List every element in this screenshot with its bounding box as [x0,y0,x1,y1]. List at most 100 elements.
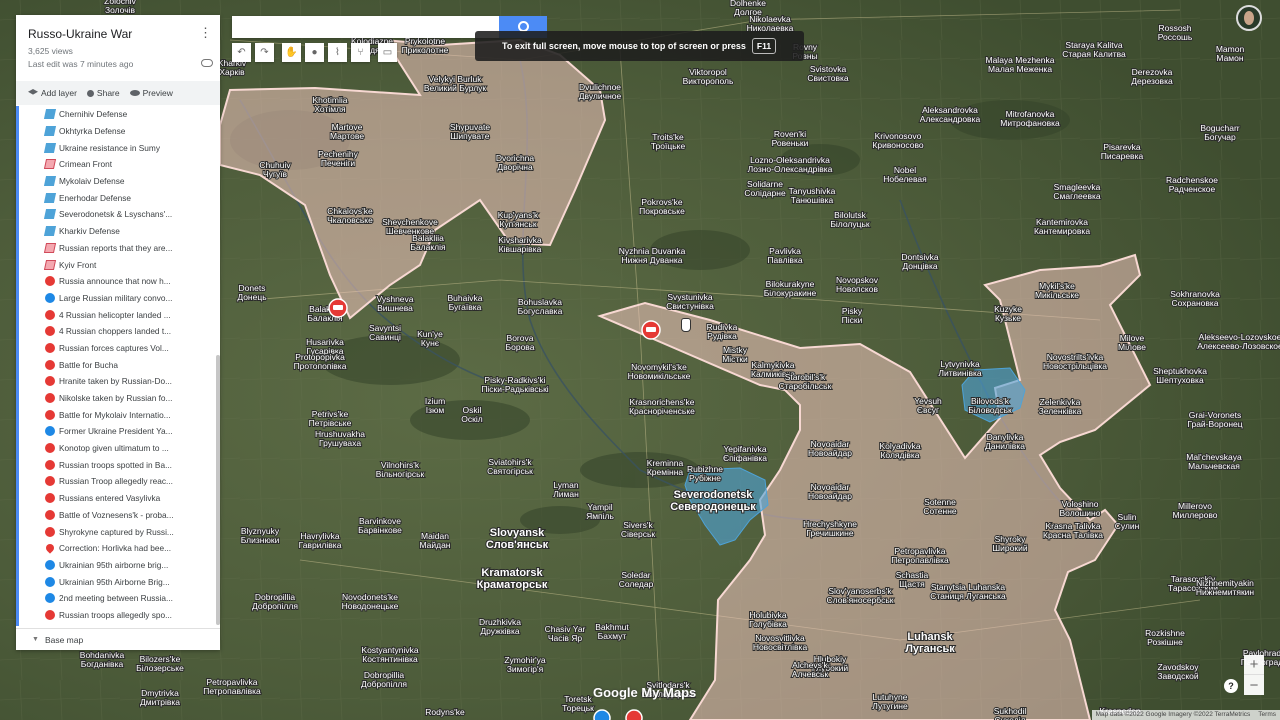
place-label-local: Кантемировка [1034,226,1090,236]
layer-item[interactable]: Kharkiv Defense [19,223,220,240]
place-label-local: Кузьке [995,313,1021,323]
place-label-local: Рудівка [707,331,737,341]
event-marker-icon [45,409,55,420]
place-label-local: Дерезовка [1131,76,1173,86]
layer-item[interactable]: Large Russian military convo... [19,290,220,307]
place-label-local: Бугаївка [449,302,482,312]
search-input[interactable] [232,16,500,38]
event-marker-svystunivka[interactable] [641,320,661,340]
layer-item[interactable]: Russian Troop allegedly reac... [19,473,220,490]
directions-icon[interactable]: ⑂ [351,43,370,62]
place-label-local: Савинці [369,332,401,342]
layer-item-label: Russia announce that now h... [59,276,171,287]
layer-item[interactable]: Ukrainian 95th Airborne Brig... [19,573,220,590]
place-label-local: Бахмут [598,631,627,641]
place-label-local: Балаклія [410,242,446,252]
zoom-in-button[interactable]: + [1244,655,1264,675]
redo-icon[interactable]: ↷ [255,43,274,62]
more-options-icon[interactable]: ⋮ [199,25,212,41]
layer-item[interactable]: Crimean Front [19,156,220,173]
layer-item[interactable]: Russians entered Vasylivka [19,490,220,507]
layer-item-label: Kyiv Front [59,259,97,270]
place-label-local: Нижня Дуванка [622,255,683,265]
layer-item-label: Russian forces captures Vol... [59,342,169,353]
event-marker-icon [45,509,55,520]
layer-item-label: 4 Russian choppers landed t... [59,326,172,337]
layer-item[interactable]: Hranite taken by Russian-Do... [19,373,220,390]
base-map-toggle[interactable]: ▼ Base map [16,628,220,650]
layer-item[interactable]: 4 Russian helicopter landed ... [19,306,220,323]
place-label-local: Біловодськ [968,405,1012,415]
map-side-panel: Russo-Ukraine War 3,625 views Last edit … [16,15,220,650]
layer-item[interactable]: Battle of Voznesens'k - proba... [19,507,220,524]
layer-item[interactable]: Russian reports that they are... [19,240,220,257]
layer-item[interactable]: Battle for Mykolaiv Internatio... [19,406,220,423]
place-label-local: Писаревка [1101,151,1144,161]
share-label: Share [96,88,120,98]
layer-item[interactable]: 4 Russian choppers landed t... [19,323,220,340]
layer-item[interactable]: Enerhodar Defense [19,189,220,206]
layer-item[interactable]: Battle for Bucha [19,356,220,373]
layer-item[interactable]: 2nd meeting between Russia... [19,590,220,607]
share-button[interactable]: Share [86,88,120,98]
layer-item[interactable]: Correction: Horlivka had bee... [19,540,220,557]
attribution-text: Map data ©2022 Google Imagery ©2022 Terr… [1095,711,1251,718]
event-marker-icon [45,393,55,404]
place-label-local: Дворічна [497,162,533,172]
event-marker-icon [45,493,55,504]
place-label-local: Лозно-Олександрівка [748,164,833,174]
layer-item[interactable]: Russian troops allegedly spo... [19,607,220,624]
draw-line-icon[interactable]: ⌇ [328,43,347,62]
zoom-out-button[interactable]: − [1244,675,1264,695]
layer-item[interactable]: Russian troops spotted in Ba... [19,456,220,473]
place-label-local: Зимогір'я [507,664,544,674]
event-marker-balakliia[interactable] [328,298,348,318]
map-title[interactable]: Russo-Ukraine War [28,27,208,41]
place-label-local: Мартове [330,131,364,141]
place-label-local: Єпіфанівка [723,453,767,463]
add-marker-icon[interactable]: ● [305,43,324,62]
help-icon[interactable]: ? [1224,679,1238,693]
place-label-local: Гречишкине [806,528,853,538]
layer-item[interactable]: Severodonetsk & Lsyschans'... [19,206,220,223]
fullscreen-notice: To exit full screen, move mouse to top o… [475,31,804,61]
place-label-local: Хотімля [314,104,346,114]
layer-item[interactable]: Kyiv Front [19,256,220,273]
layer-item[interactable]: Ukraine resistance in Sumy [19,139,220,156]
place-label-local: Петрівське [309,418,352,428]
layer-item[interactable]: Chernihiv Defense [19,106,220,123]
place-label-local: Харків [219,67,245,77]
place-label-local: Сохрановка [1171,298,1218,308]
event-marker-icon [45,459,55,470]
layer-item[interactable]: Okhtyrka Defense [19,123,220,140]
terms-link[interactable]: Terms [1258,711,1276,719]
event-marker-icon [45,426,55,437]
layer-item[interactable]: Russia announce that now h... [19,273,220,290]
polygon-icon [43,226,57,237]
hand-select-icon[interactable]: ✋ [282,43,301,62]
event-marker-icon [45,526,55,537]
layer-item[interactable]: Konotop given ultimatum to ... [19,440,220,457]
layer-item[interactable]: Shyrokyne captured by Russi... [19,523,220,540]
layer-item[interactable]: Ukrainian 95th airborne brig... [19,557,220,574]
layer-item[interactable]: Former Ukraine President Ya... [19,423,220,440]
polygon-icon [43,192,57,203]
layer-item[interactable]: Mykolaiv Defense [19,173,220,190]
ruler-icon[interactable]: ▭ [378,43,397,62]
event-marker-icon [45,476,55,487]
panel-scrollbar[interactable] [216,355,220,625]
place-label-local: Щастя [899,579,925,589]
add-layer-label: Add layer [41,88,77,98]
layer-item[interactable]: Nikolske taken by Russian fo... [19,390,220,407]
place-label-local: Радченское [1169,184,1216,194]
place-label-local: Широкий [992,543,1027,553]
preview-button[interactable]: Preview [129,88,173,98]
undo-icon[interactable]: ↶ [232,43,251,62]
add-layer-button[interactable]: Add layer [28,88,77,98]
place-label-local: Піски-Радьківські [481,384,548,394]
layer-item[interactable]: Russian forces captures Vol... [19,340,220,357]
eye-icon [129,90,140,96]
place-label-local: Солідарне [744,188,786,198]
user-avatar[interactable] [1236,5,1262,31]
place-label-local: Новомикільське [628,371,691,381]
